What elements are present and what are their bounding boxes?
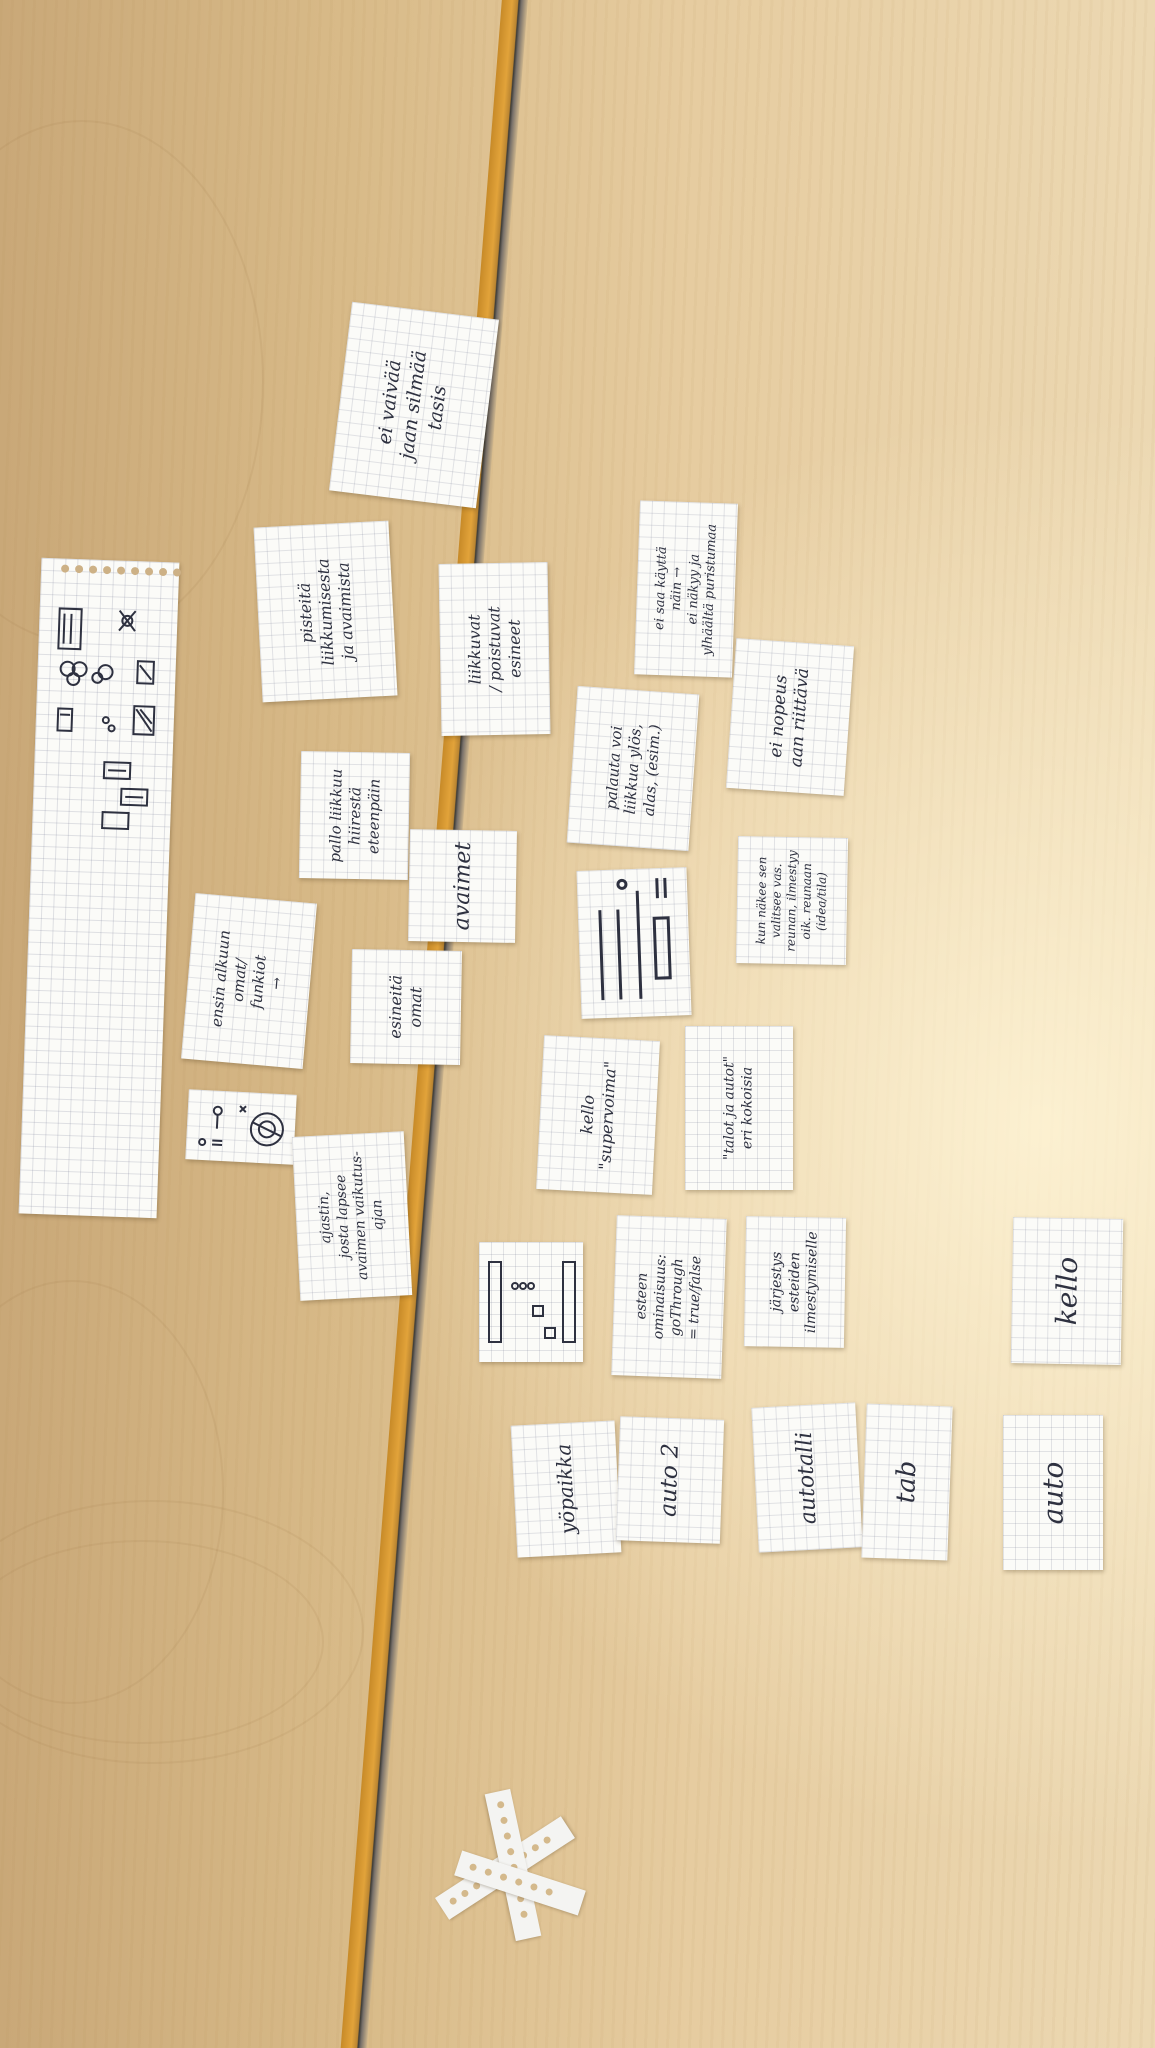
note-card: ei saa käyttä näin → ei näkyy ja ylhäält… xyxy=(633,500,739,678)
note-card: avaimet xyxy=(408,829,517,943)
sketch-strip xyxy=(18,557,182,1219)
note-card: pallo liikkuu hiirestä eteenpäin xyxy=(298,751,411,880)
note-card: auto xyxy=(1003,1415,1103,1570)
note-card: yöpaikka xyxy=(510,1420,622,1558)
obstacle-sketch xyxy=(488,1261,576,1343)
note-card xyxy=(185,1089,297,1165)
photo: ei vaivää jaan silmää tasis pisteitä lii… xyxy=(0,0,1155,2048)
perforation xyxy=(60,564,182,577)
note-card: pisteitä liikkumisesta ja avaimista xyxy=(253,520,398,703)
note-card: kello xyxy=(1010,1217,1124,1365)
note-card: tab xyxy=(861,1403,953,1561)
note-card: liikkuvat / poistuvat esineet xyxy=(438,562,551,736)
note-card: kello "supervoima" xyxy=(536,1035,660,1195)
note-card: ei vaivää jaan silmää tasis xyxy=(328,301,500,509)
note-card: auto 2 xyxy=(615,1416,725,1544)
note-card: järjestys esteiden ilmestymiselle xyxy=(743,1216,847,1348)
note-card: palauta voi liikkua ylös, alas, (esim.) xyxy=(566,685,700,852)
note-card: autotalli xyxy=(751,1402,863,1553)
note-card: esineitä omat xyxy=(350,949,462,1065)
note-card xyxy=(479,1242,583,1362)
note-card: kun näkee sen valitsee vas. reunan, ilme… xyxy=(735,836,849,965)
note-card: ensin alkuun omat/ funkiot → xyxy=(180,892,318,1070)
key-sketch xyxy=(198,1105,284,1147)
note-card xyxy=(576,867,692,1019)
bars-sketch xyxy=(598,877,672,1001)
note-card: "talot ja autot" eri kokoisia xyxy=(685,1026,793,1190)
game-sketch xyxy=(56,607,156,736)
note-card: esteen ominaisuus: goThrough = true/fals… xyxy=(611,1215,727,1379)
note-card: ajastin, josta lapsee avaimen vaikutus- … xyxy=(291,1131,413,1301)
car-sketch xyxy=(101,761,149,831)
note-card: ei nopeus aan riittävä xyxy=(725,638,855,796)
